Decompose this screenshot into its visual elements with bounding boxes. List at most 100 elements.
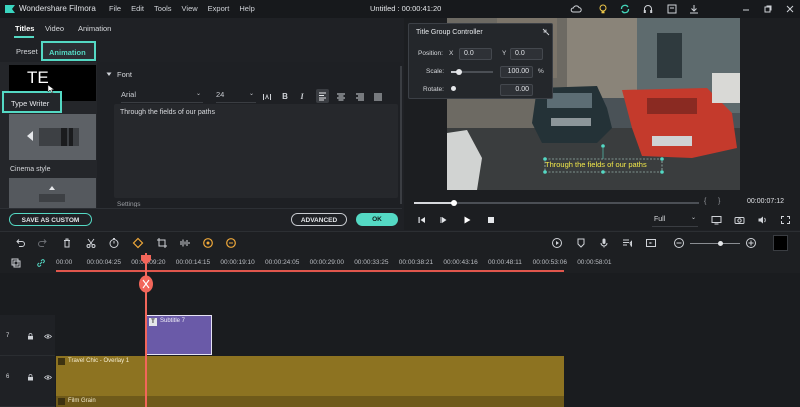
volume-icon[interactable] bbox=[757, 215, 768, 225]
title-text-input[interactable]: Through the fields of our paths bbox=[114, 104, 398, 198]
playback-progress-bar[interactable] bbox=[414, 200, 699, 206]
zoom-slider-knob[interactable] bbox=[718, 241, 723, 246]
save-as-custom-button[interactable]: SAVE AS CUSTOM bbox=[9, 213, 92, 226]
download-icon[interactable] bbox=[688, 3, 700, 15]
link-icon[interactable] bbox=[36, 258, 46, 268]
subtitle-clip[interactable]: T Subtitle 7 bbox=[146, 315, 212, 355]
title-overlay-text[interactable]: Through the fields of our paths bbox=[545, 160, 647, 169]
eye-icon[interactable] bbox=[44, 333, 52, 340]
notification-icon[interactable] bbox=[666, 3, 678, 15]
tab-video[interactable]: Video bbox=[45, 24, 64, 33]
snapshot-icon[interactable] bbox=[734, 215, 745, 225]
italic-icon[interactable]: I bbox=[297, 92, 307, 102]
add-track-icon[interactable] bbox=[11, 258, 21, 268]
playhead-handle[interactable] bbox=[140, 254, 152, 266]
bold-icon[interactable]: B bbox=[280, 92, 290, 102]
cloud-icon[interactable] bbox=[570, 3, 582, 15]
zoom-in-icon[interactable] bbox=[745, 237, 757, 249]
advanced-button[interactable]: ADVANCED bbox=[291, 213, 347, 226]
microphone-icon[interactable] bbox=[598, 237, 610, 249]
position-x-input[interactable]: 0.0 bbox=[459, 48, 492, 60]
rotate-knob[interactable] bbox=[451, 86, 456, 91]
render-preview-icon[interactable] bbox=[551, 237, 563, 249]
menu-tools[interactable]: Tools bbox=[154, 4, 172, 13]
auto-reframe-icon[interactable] bbox=[202, 237, 214, 249]
preset-thumbnail-3[interactable] bbox=[9, 178, 96, 208]
play-reverse-icon[interactable] bbox=[439, 215, 449, 225]
speed-icon[interactable] bbox=[108, 237, 120, 249]
letter-spacing-icon[interactable] bbox=[262, 92, 272, 102]
subtab-preset[interactable]: Preset bbox=[16, 47, 38, 56]
monitor-icon[interactable] bbox=[711, 215, 722, 225]
film-grain-clip[interactable]: Film Grain bbox=[56, 396, 564, 407]
filmora-logo-icon bbox=[4, 3, 16, 15]
stabilize-icon[interactable] bbox=[225, 237, 237, 249]
subtab-animation-highlight[interactable]: Animation bbox=[41, 41, 96, 61]
menu-export[interactable]: Export bbox=[208, 4, 230, 13]
zoom-slider[interactable] bbox=[690, 241, 740, 246]
crop-icon[interactable] bbox=[156, 237, 168, 249]
props-scrollbar[interactable] bbox=[400, 66, 402, 204]
font-size-select[interactable]: 24 ⌄ bbox=[216, 90, 256, 103]
picture-in-picture-icon[interactable] bbox=[645, 237, 657, 249]
redo-icon[interactable] bbox=[37, 237, 49, 249]
sync-icon[interactable] bbox=[619, 3, 631, 15]
close-icon[interactable] bbox=[784, 3, 796, 15]
menu-edit[interactable]: Edit bbox=[131, 4, 144, 13]
ruler-tick-label: 00:00 bbox=[56, 259, 73, 266]
position-y-input[interactable]: 0.0 bbox=[510, 48, 543, 60]
align-center-icon[interactable] bbox=[336, 92, 346, 102]
chevron-down-icon: ⌄ bbox=[248, 91, 254, 97]
marker-icon[interactable] bbox=[575, 237, 587, 249]
tab-animation[interactable]: Animation bbox=[78, 24, 111, 33]
minimize-icon[interactable] bbox=[740, 3, 752, 15]
undo-icon[interactable] bbox=[14, 237, 26, 249]
lightbulb-icon[interactable] bbox=[597, 3, 609, 15]
tab-titles[interactable]: Titles bbox=[15, 24, 34, 33]
align-right-icon[interactable] bbox=[355, 92, 365, 102]
scale-label: Scale: bbox=[426, 68, 445, 75]
scale-slider[interactable] bbox=[451, 69, 493, 75]
chevron-down-icon: ⌄ bbox=[690, 215, 696, 221]
stop-icon[interactable] bbox=[486, 215, 496, 225]
ok-button[interactable]: OK bbox=[356, 213, 398, 226]
zoom-out-icon[interactable] bbox=[673, 237, 685, 249]
headset-icon[interactable] bbox=[642, 3, 654, 15]
lock-icon[interactable] bbox=[27, 374, 34, 381]
editor-tabs: Titles Video Animation bbox=[0, 18, 402, 40]
restore-icon[interactable] bbox=[762, 3, 774, 15]
preview-quality-select[interactable]: Full ⌄ bbox=[652, 214, 698, 227]
font-size-value: 24 bbox=[216, 90, 225, 99]
title-bar: Wondershare Filmora File Edit Tools View… bbox=[0, 0, 800, 18]
collapse-arrow-icon[interactable] bbox=[106, 71, 112, 77]
scale-input[interactable]: 100.00 bbox=[500, 66, 533, 78]
fullscreen-icon[interactable] bbox=[780, 215, 791, 225]
menu-view[interactable]: View bbox=[182, 4, 198, 13]
align-left-icon[interactable] bbox=[316, 89, 329, 103]
type-writer-highlight[interactable]: Type Writer bbox=[2, 91, 62, 113]
cinema-style-thumbnail[interactable] bbox=[9, 114, 96, 160]
audio-mixer-icon[interactable] bbox=[179, 237, 191, 249]
rotate-label: Rotate: bbox=[423, 86, 444, 93]
font-family-select[interactable]: Arial ⌄ bbox=[121, 90, 203, 103]
eye-icon[interactable] bbox=[44, 374, 52, 381]
cut-icon[interactable] bbox=[85, 237, 97, 249]
timeline-thumbnail[interactable] bbox=[773, 235, 788, 251]
timeline-ruler[interactable]: 00:0000:00:04:2500:00:09:2000:00:14:1500… bbox=[0, 253, 800, 273]
track-header-6: 6 bbox=[0, 356, 55, 407]
play-icon[interactable] bbox=[462, 215, 472, 225]
previous-frame-icon[interactable] bbox=[417, 215, 427, 225]
keyframe-icon[interactable] bbox=[132, 237, 144, 249]
timeline-toolbar bbox=[0, 231, 800, 253]
lock-icon[interactable] bbox=[27, 333, 34, 340]
overlay-clip[interactable]: Travel Chic - Overlay 1 Film Grain bbox=[56, 356, 564, 407]
mark-in-out-braces[interactable]: { } bbox=[704, 198, 720, 205]
rotate-input[interactable]: 0.00 bbox=[500, 84, 533, 96]
playhead-scissors-icon[interactable] bbox=[138, 275, 154, 293]
voiceover-icon[interactable] bbox=[621, 237, 633, 249]
collapse-icon[interactable] bbox=[542, 28, 550, 36]
delete-icon[interactable] bbox=[61, 237, 73, 249]
align-justify-icon[interactable] bbox=[373, 92, 383, 102]
menu-file[interactable]: File bbox=[109, 4, 121, 13]
menu-help[interactable]: Help bbox=[239, 4, 254, 13]
